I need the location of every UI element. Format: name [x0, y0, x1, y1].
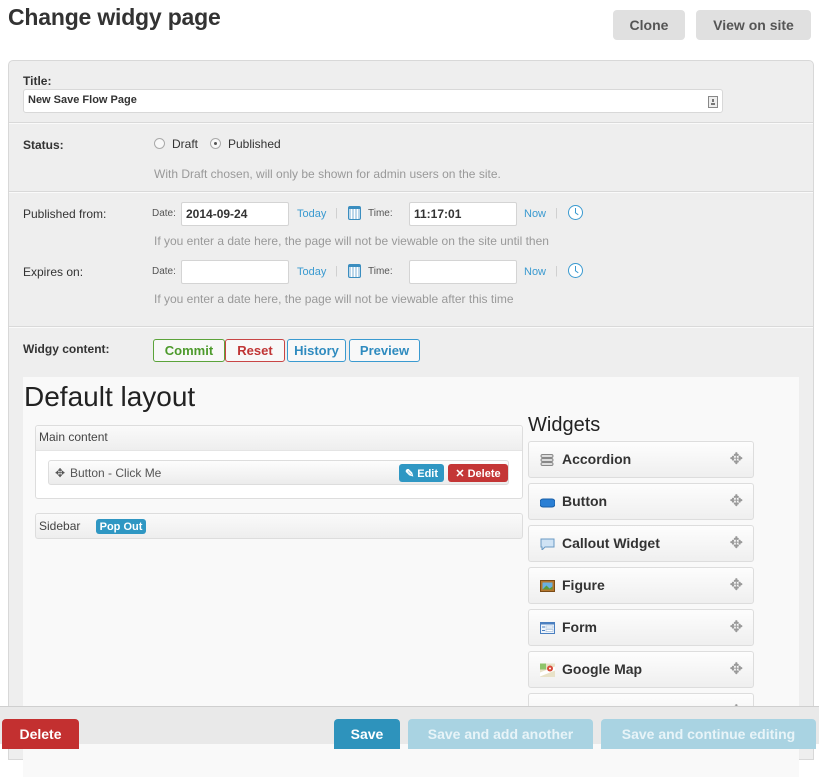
layout-title: Default layout	[24, 381, 196, 412]
widget-button[interactable]: Button ✥	[528, 483, 754, 520]
main-content-region: Main content ✥ Button - Click Me ✎ Edit …	[35, 425, 523, 499]
google-map-icon	[540, 663, 555, 677]
widgets-title: Widgets	[528, 414, 601, 436]
clock-icon[interactable]	[568, 205, 583, 220]
figure-icon	[540, 580, 555, 592]
separator: |	[555, 265, 558, 277]
clock-icon[interactable]	[568, 263, 583, 278]
status-help: With Draft chosen, will only be shown fo…	[154, 167, 501, 181]
exp-date-input[interactable]	[181, 260, 289, 284]
exp-date-label: Date:	[152, 266, 176, 277]
move-icon[interactable]: ✥	[730, 617, 743, 637]
pub-date-label: Date:	[152, 208, 176, 219]
delete-button[interactable]: Delete	[2, 719, 79, 749]
title-input[interactable]: New Save Flow Page	[23, 89, 723, 113]
sidebar-region: Sidebar Pop Out	[35, 513, 523, 539]
draft-label[interactable]: Draft	[172, 137, 198, 151]
move-icon[interactable]: ✥	[55, 466, 65, 480]
save-and-continue-button[interactable]: Save and continue editing	[601, 719, 816, 749]
widgy-content-label: Widgy content:	[23, 342, 110, 356]
widget-figure[interactable]: Figure ✥	[528, 567, 754, 604]
separator: |	[335, 265, 338, 277]
calendar-icon[interactable]	[348, 206, 361, 220]
submit-row: Delete Save Save and add another Save an…	[0, 706, 819, 749]
page-title: Change widgy page	[8, 4, 221, 30]
pop-out-button[interactable]: Pop Out	[96, 519, 146, 534]
autofill-icon	[708, 96, 718, 108]
preview-button[interactable]: Preview	[349, 339, 420, 362]
widget-label: Form	[562, 619, 597, 635]
pub-time-input[interactable]: 11:17:01	[409, 202, 517, 226]
move-icon[interactable]: ✥	[730, 575, 743, 595]
exp-today-link[interactable]: Today	[297, 266, 326, 278]
button-icon	[540, 498, 555, 508]
sidebar-label: Sidebar	[39, 519, 81, 533]
title-value: New Save Flow Page	[28, 94, 137, 106]
commit-button[interactable]: Commit	[153, 339, 225, 362]
clone-button[interactable]: Clone	[613, 10, 685, 40]
widget-accordion[interactable]: Accordion ✥	[528, 441, 754, 478]
save-and-add-another-button[interactable]: Save and add another	[408, 719, 593, 749]
pub-time-label: Time:	[368, 208, 393, 219]
published-label[interactable]: Published	[228, 137, 281, 151]
view-on-site-button[interactable]: View on site	[696, 10, 811, 40]
form-icon	[540, 622, 555, 634]
save-button[interactable]: Save	[334, 719, 400, 749]
separator: |	[555, 207, 558, 219]
expires-on-label: Expires on:	[23, 265, 84, 279]
draft-radio[interactable]	[154, 138, 165, 149]
widget-callout[interactable]: Callout Widget ✥	[528, 525, 754, 562]
exp-time-input[interactable]	[409, 260, 517, 284]
pub-today-link[interactable]: Today	[297, 208, 326, 220]
move-icon[interactable]: ✥	[730, 491, 743, 511]
accordion-icon	[540, 454, 554, 466]
status-label: Status:	[23, 138, 64, 152]
reset-button[interactable]: Reset	[225, 339, 285, 362]
move-icon[interactable]: ✥	[730, 449, 743, 469]
published-radio[interactable]	[210, 138, 221, 149]
exp-help: If you enter a date here, the page will …	[154, 292, 514, 306]
page-form: Title: New Save Flow Page Status: Draft …	[8, 60, 814, 777]
widget-label: Callout Widget	[562, 535, 660, 551]
title-row: Title: New Save Flow Page	[9, 61, 813, 124]
widget-label: Figure	[562, 577, 605, 593]
delete-node-button[interactable]: ✕ Delete	[448, 464, 508, 482]
pub-now-link[interactable]: Now	[524, 208, 546, 220]
widget-form[interactable]: Form ✥	[528, 609, 754, 646]
pub-help: If you enter a date here, the page will …	[154, 234, 549, 248]
main-content-header: Main content	[36, 426, 522, 451]
calendar-icon[interactable]	[348, 264, 361, 278]
pub-date-input[interactable]: 2014-09-24	[181, 202, 289, 226]
widget-google-map[interactable]: Google Map ✥	[528, 651, 754, 688]
title-label: Title:	[23, 74, 52, 88]
widget-label: Google Map	[562, 661, 643, 677]
widget-label: Button	[562, 493, 608, 509]
widget-node[interactable]: ✥ Button - Click Me ✎ Edit ✕ Delete	[48, 460, 509, 485]
exp-now-link[interactable]: Now	[524, 266, 546, 278]
move-icon[interactable]: ✥	[730, 659, 743, 679]
published-from-label: Published from:	[23, 207, 107, 221]
dates-row: Published from: Date: 2014-09-24 Today |…	[9, 194, 813, 328]
move-icon[interactable]: ✥	[730, 533, 743, 553]
callout-icon	[540, 538, 555, 550]
node-label: Button - Click Me	[70, 466, 162, 480]
history-button[interactable]: History	[287, 339, 346, 362]
widget-label: Accordion	[562, 451, 632, 467]
separator: |	[335, 207, 338, 219]
status-row: Status: Draft Published With Draft chose…	[9, 125, 813, 193]
exp-time-label: Time:	[368, 266, 393, 277]
edit-button[interactable]: ✎ Edit	[399, 464, 444, 482]
